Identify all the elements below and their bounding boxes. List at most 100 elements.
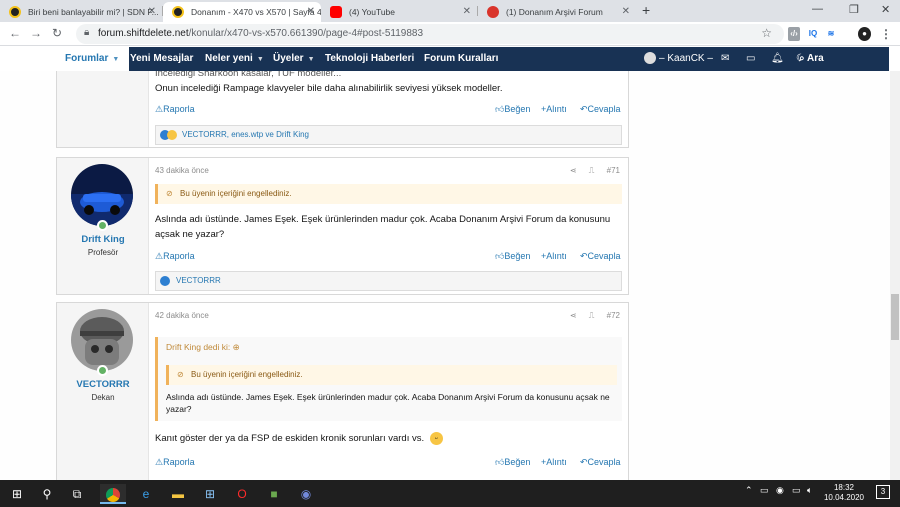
like-label: Beğen — [504, 104, 531, 114]
browser-tab[interactable]: (1) Donanım Arşivi Forum ✕ — [478, 2, 636, 22]
reload-icon[interactable]: ↻ — [52, 26, 62, 40]
nav-uyeler[interactable]: Üyeler ▼ — [273, 47, 315, 71]
file-explorer-icon[interactable]: ▬ — [165, 484, 191, 504]
nav-yeni-mesajlar[interactable]: Yeni Mesajlar — [130, 47, 193, 71]
reply-button[interactable]: ↶Cevapla — [580, 457, 621, 468]
battery-icon[interactable]: ▭ — [792, 485, 801, 496]
browser-tab[interactable]: Biri beni banlayabilir mi? | SDN F... ✕ — [0, 2, 162, 22]
blocked-text: Bu üyenin içeriğini engellediniz. — [180, 189, 292, 198]
bell-icon[interactable]: 🔔︎ — [771, 47, 784, 71]
quote-label: Alıntı — [546, 457, 567, 467]
extension-icon[interactable]: ≋ — [825, 27, 837, 41]
menu-kebab-icon[interactable]: ⋮ — [880, 27, 892, 41]
extension-icon[interactable]: ‹/› — [788, 27, 800, 41]
nav-label: Forum Kuralları — [424, 53, 499, 64]
avatar[interactable] — [71, 309, 133, 371]
quote-button[interactable]: +Alıntı — [541, 457, 567, 467]
window-close-icon[interactable]: ✕ — [881, 3, 890, 16]
search-icon[interactable]: ⚲ — [34, 484, 60, 504]
thumbs-up-icon: 👍︎ — [495, 251, 505, 261]
like-label: Beğen — [504, 457, 531, 467]
discord-icon[interactable]: ◉ — [293, 484, 319, 504]
tab-title: Donanım - X470 vs X570 | Sayfa 4 — [191, 7, 321, 17]
share-icon[interactable]: ⋖ — [570, 311, 577, 320]
profile-avatar-icon[interactable]: ● — [858, 27, 871, 41]
user-avatar-icon — [644, 52, 656, 65]
nav-label: Forumlar — [65, 53, 109, 64]
opera-icon[interactable]: O — [229, 484, 255, 504]
edge-icon[interactable]: e — [133, 484, 159, 504]
avatar[interactable] — [71, 164, 133, 226]
user-menu[interactable]: – KaanCK – — [644, 47, 713, 71]
close-icon[interactable]: ✕ — [463, 2, 471, 22]
store-icon[interactable]: ⊞ — [197, 484, 223, 504]
close-icon[interactable]: ✕ — [148, 2, 156, 22]
quote-author-link[interactable]: Drift King dedi ki: ⊕ — [166, 342, 240, 353]
tray-chevron-icon[interactable]: ⌃ — [745, 485, 753, 496]
nav-strip: Forumlar ▼ Yeni Mesajlar Neler yeni ▼ Üyel… — [55, 47, 889, 71]
username-link[interactable]: VECTORRR — [57, 379, 149, 390]
close-icon[interactable]: ✕ — [622, 2, 630, 22]
share-icon[interactable]: ⋖ — [570, 166, 577, 175]
browser-tab[interactable]: (4) YouTube ✕ — [321, 2, 477, 22]
browser-tab-active[interactable]: Donanım - X470 vs X570 | Sayfa 4 ✕ — [163, 2, 321, 22]
forward-icon[interactable]: → — [30, 26, 42, 40]
bookmark-icon[interactable]: ⎍ — [589, 311, 595, 320]
maximize-icon[interactable]: ❐ — [849, 3, 859, 16]
reactions-bar[interactable]: VECTORRR — [155, 271, 622, 291]
like-button[interactable]: 👍︎Beğen — [495, 457, 530, 468]
taskbar-clock[interactable]: 18:32 10.04.2020 — [822, 483, 866, 503]
nav-forum-kurallari[interactable]: Forum Kuralları — [424, 47, 498, 71]
minecraft-icon[interactable]: ■ — [261, 484, 287, 504]
nav-forumlar[interactable]: Forumlar ▼ — [55, 47, 130, 71]
post-number[interactable]: #72 — [607, 311, 620, 320]
report-button[interactable]: ⚠Raporla — [155, 104, 195, 115]
notification-icon[interactable]: 3 — [876, 485, 890, 499]
address-bar: ← → ↻ 🔒︎ forum.shiftdelete.net/konular/x… — [0, 22, 900, 46]
like-button[interactable]: 👍︎Beğen — [495, 104, 530, 115]
chrome-icon[interactable] — [100, 484, 126, 504]
bookmark-star-icon[interactable]: ☆ — [761, 26, 772, 40]
post-timestamp[interactable]: 42 dakika önce — [155, 311, 209, 320]
page-scrollbar[interactable] — [890, 71, 900, 480]
volume-icon[interactable]: 🔈︎ — [807, 485, 812, 496]
inbox-icon[interactable]: ✉ — [721, 47, 729, 71]
search-link[interactable]: ⌕ Ara — [799, 47, 824, 71]
like-button[interactable]: 👍︎Beğen — [495, 251, 530, 262]
report-button[interactable]: ⚠Raporla — [155, 457, 195, 468]
search-icon: ⌕ — [799, 53, 805, 64]
windows-start-icon[interactable]: ⊞ — [4, 484, 30, 504]
alerts-icon[interactable]: ▭ — [746, 47, 755, 71]
post-timestamp[interactable]: 43 dakika önce — [155, 166, 209, 175]
reply-label: Cevapla — [587, 251, 621, 261]
lock-icon: 🔒︎ — [84, 27, 90, 38]
clock-time: 18:32 — [833, 483, 855, 492]
quote-button[interactable]: +Alıntı — [541, 104, 567, 114]
avatar-car-image — [71, 164, 133, 226]
tray-app-icon[interactable]: ▭ — [760, 485, 769, 496]
nav-neler-yeni[interactable]: Neler yeni ▼ — [205, 47, 264, 71]
close-icon[interactable]: ✕ — [307, 2, 315, 22]
reactions-bar[interactable]: VECTORRR, enes.wtp ve Drift King — [155, 125, 622, 145]
back-icon[interactable]: ← — [9, 26, 21, 40]
tray-app-icon[interactable]: ◉ — [776, 485, 784, 496]
bookmark-icon[interactable]: ⎍ — [589, 166, 595, 175]
scrollbar-thumb[interactable] — [891, 294, 899, 340]
thumbs-up-icon: 👍︎ — [495, 104, 505, 114]
post-body: Kanıt göster der ya da FSP de eskiden kr… — [155, 431, 625, 446]
post-number[interactable]: #71 — [607, 166, 620, 175]
extension-iq-icon[interactable]: IQ — [806, 27, 820, 41]
report-button[interactable]: ⚠Raporla — [155, 251, 195, 262]
task-view-icon[interactable]: ⧉ — [64, 484, 90, 504]
url-input[interactable]: 🔒︎ forum.shiftdelete.net/konular/x470-vs… — [76, 24, 784, 44]
quote-button[interactable]: +Alıntı — [541, 251, 567, 261]
warning-icon: ⚠ — [155, 457, 164, 467]
reply-button[interactable]: ↶Cevapla — [580, 251, 621, 262]
browser-tab-strip: Biri beni banlayabilir mi? | SDN F... ✕ … — [0, 0, 900, 22]
reply-button[interactable]: ↶Cevapla — [580, 104, 621, 115]
new-tab-icon[interactable]: + — [642, 2, 650, 18]
username-link[interactable]: Drift King — [57, 234, 149, 245]
minimize-icon[interactable]: — — [812, 3, 823, 15]
quote-author: Drift King dedi ki: — [166, 342, 231, 352]
nav-teknoloji-haberleri[interactable]: Teknoloji Haberleri — [325, 47, 414, 71]
